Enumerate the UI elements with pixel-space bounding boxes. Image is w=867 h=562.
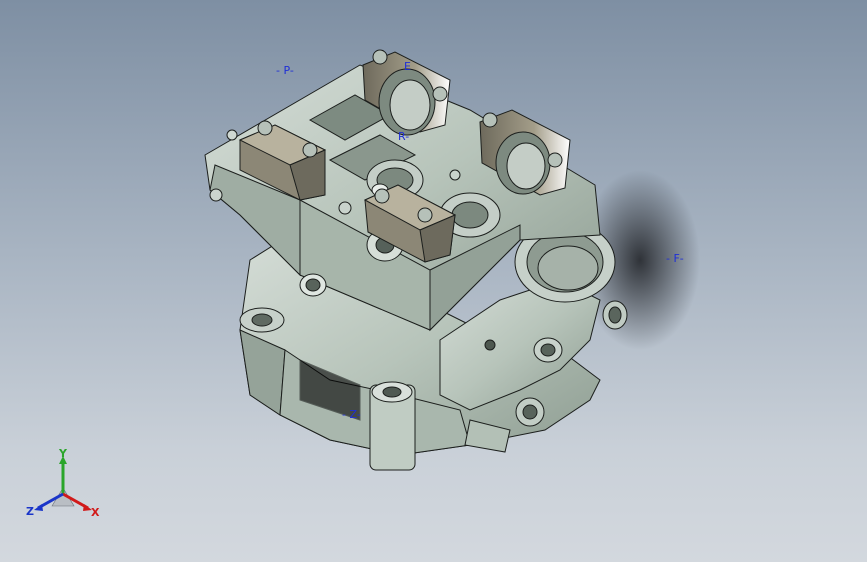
annotation-p[interactable]: - P- <box>276 64 294 77</box>
engine-cylinder-head-model[interactable] <box>0 0 867 562</box>
orientation-triad[interactable]: Y Z X <box>22 447 104 524</box>
triad-x-label: X <box>91 506 100 519</box>
triad-axes-icon: Y Z X <box>26 447 100 519</box>
annotation-f[interactable]: - F- <box>666 252 684 265</box>
triad-z-label: Z <box>26 505 34 518</box>
triad-y-label: Y <box>58 448 68 460</box>
annotation-e[interactable]: E <box>404 60 411 73</box>
annotation-r[interactable]: R- <box>398 130 409 143</box>
annotation-z[interactable]: - Z- <box>342 408 361 421</box>
3d-viewport[interactable]: - P- E R- - F- - Z- Y Z X <box>0 0 867 562</box>
